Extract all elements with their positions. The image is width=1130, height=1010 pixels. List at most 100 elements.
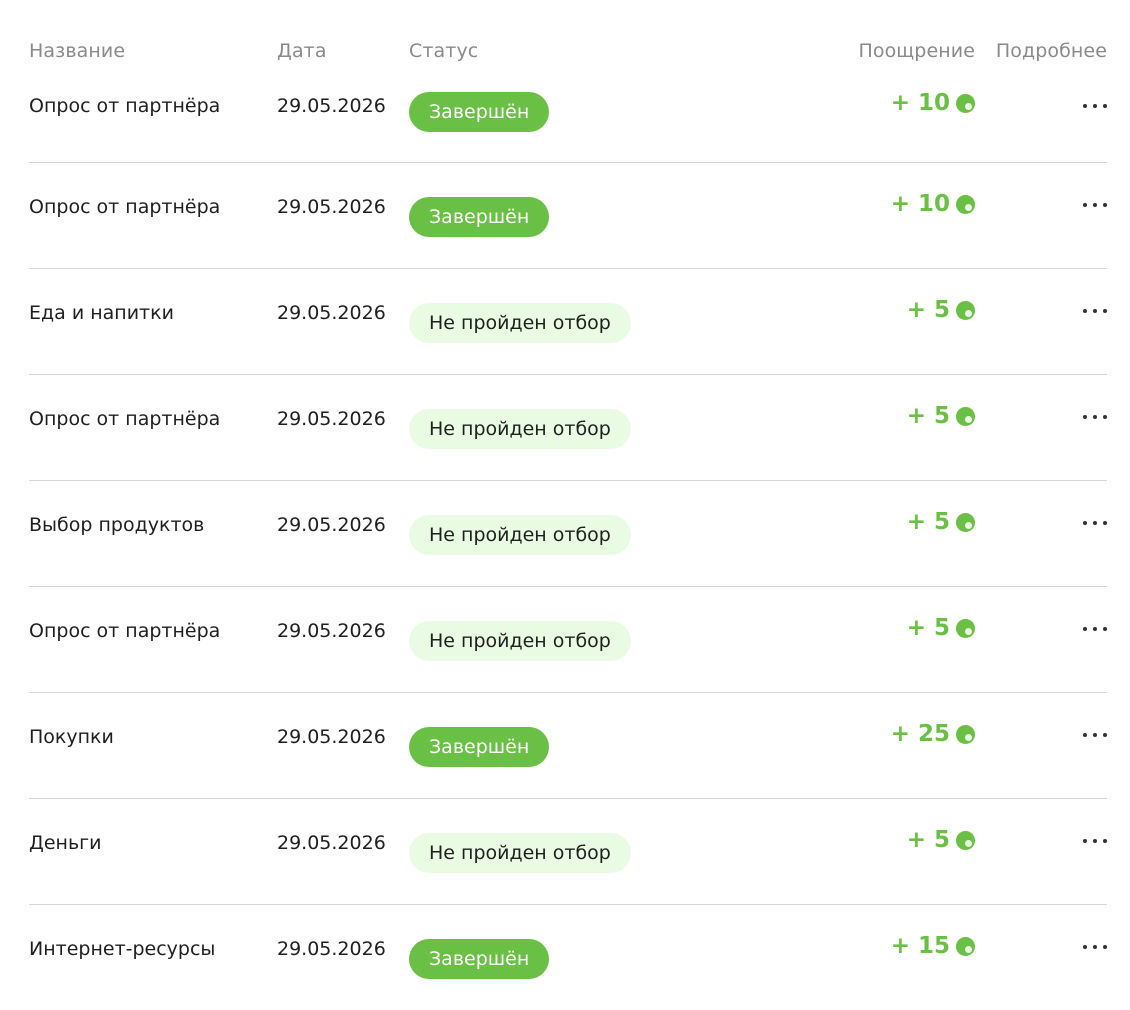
dot (1103, 733, 1107, 737)
survey-name: Опрос от партнёра (29, 620, 221, 642)
survey-name: Покупки (29, 726, 114, 748)
dot (1103, 521, 1107, 525)
reward-amount: + 15 (891, 933, 975, 959)
reward-amount: + 25 (891, 721, 975, 747)
reward-value: + 5 (906, 615, 950, 641)
reward-amount: + 5 (907, 297, 975, 323)
more-options-icon[interactable] (1083, 104, 1107, 110)
more-options-icon[interactable] (1083, 945, 1107, 951)
reward-amount: + 5 (907, 827, 975, 853)
table-row[interactable]: Интернет-ресурсы 29.05.2026 Завершён + 15 (29, 904, 1107, 1010)
dot (1093, 104, 1097, 108)
survey-name: Выбор продуктов (29, 514, 205, 536)
table-row[interactable]: Опрос от партнёра 29.05.2026 Не пройден от… (29, 374, 1107, 480)
reward-value: + 10 (890, 90, 950, 116)
dot (1083, 309, 1087, 313)
survey-date: 29.05.2026 (277, 938, 386, 960)
dot (1093, 627, 1097, 631)
dot (1083, 521, 1087, 525)
column-header-name[interactable]: Название (29, 40, 125, 62)
column-header-date[interactable]: Дата (277, 40, 327, 62)
coin-icon (956, 724, 975, 744)
survey-date: 29.05.2026 (277, 726, 386, 748)
survey-name: Еда и напитки (29, 302, 174, 324)
survey-date: 29.05.2026 (277, 832, 386, 854)
dot (1103, 415, 1107, 419)
more-options-icon[interactable] (1083, 309, 1107, 315)
coin-icon (956, 93, 975, 113)
more-options-icon[interactable] (1083, 521, 1107, 527)
survey-name: Опрос от партнёра (29, 95, 221, 117)
column-header-details: Подробнее (995, 40, 1107, 62)
survey-date: 29.05.2026 (277, 408, 386, 430)
coin-icon (956, 830, 975, 850)
status-badge: Не пройден отбор (409, 833, 631, 873)
column-header-status[interactable]: Статус (409, 40, 478, 62)
dot (1093, 945, 1097, 949)
survey-date: 29.05.2026 (277, 514, 386, 536)
reward-value: + 25 (890, 721, 950, 747)
reward-amount: + 10 (891, 90, 975, 116)
dot (1093, 415, 1097, 419)
column-header-reward[interactable]: Поощрение (858, 40, 975, 62)
dot (1083, 104, 1087, 108)
coin-icon (956, 512, 975, 532)
table-row[interactable]: Деньги 29.05.2026 Не пройден отбор + 5 (29, 798, 1107, 904)
status-badge: Не пройден отбор (409, 409, 631, 449)
more-options-icon[interactable] (1083, 627, 1107, 633)
dot (1093, 203, 1097, 207)
more-options-icon[interactable] (1083, 415, 1107, 421)
table-row[interactable]: Опрос от партнёра 29.05.2026 Завершён + 10 (29, 80, 1107, 162)
survey-name: Интернет-ресурсы (29, 938, 216, 960)
survey-name: Опрос от партнёра (29, 408, 221, 430)
table-row[interactable]: Покупки 29.05.2026 Завершён + 25 (29, 692, 1107, 798)
reward-value: + 5 (906, 403, 950, 429)
dot (1103, 839, 1107, 843)
reward-amount: + 5 (907, 403, 975, 429)
coin-icon (956, 618, 975, 638)
dot (1093, 521, 1097, 525)
status-badge: Не пройден отбор (409, 515, 631, 555)
survey-date: 29.05.2026 (277, 196, 386, 218)
survey-name: Опрос от партнёра (29, 196, 221, 218)
reward-amount: + 5 (907, 615, 975, 641)
dot (1103, 104, 1107, 108)
status-badge: Завершён (409, 727, 550, 767)
reward-amount: + 10 (891, 191, 975, 217)
reward-value: + 5 (906, 509, 950, 535)
reward-value: + 5 (906, 827, 950, 853)
coin-icon (956, 300, 975, 320)
more-options-icon[interactable] (1083, 733, 1107, 739)
dot (1083, 839, 1087, 843)
reward-value: + 15 (890, 933, 950, 959)
status-badge: Не пройден отбор (409, 621, 631, 661)
reward-amount: + 5 (907, 509, 975, 535)
status-badge: Завершён (409, 939, 550, 979)
table-body: Опрос от партнёра 29.05.2026 Завершён + 10 О… (29, 80, 1107, 1010)
reward-value: + 5 (906, 297, 950, 323)
dot (1083, 945, 1087, 949)
dot (1083, 627, 1087, 631)
survey-date: 29.05.2026 (277, 302, 386, 324)
table-row[interactable]: Опрос от партнёра 29.05.2026 Завершён + 10 (29, 162, 1107, 268)
survey-date: 29.05.2026 (277, 95, 386, 117)
table-row[interactable]: Выбор продуктов 29.05.2026 Не пройден отбо… (29, 480, 1107, 586)
coin-icon (956, 194, 975, 214)
dot (1083, 203, 1087, 207)
table-row[interactable]: Еда и напитки 29.05.2026 Не пройден отбор +… (29, 268, 1107, 374)
table-header: Название Дата Статус Поощрение Подробнее (29, 0, 1107, 80)
more-options-icon[interactable] (1083, 839, 1107, 845)
table-row[interactable]: Опрос от партнёра 29.05.2026 Не пройден от… (29, 586, 1107, 692)
dot (1103, 627, 1107, 631)
surveys-table: Название Дата Статус Поощрение Подробнее… (29, 0, 1107, 1010)
survey-name: Деньги (29, 832, 102, 854)
status-badge: Завершён (409, 197, 550, 237)
coin-icon (956, 406, 975, 426)
dot (1093, 309, 1097, 313)
more-options-icon[interactable] (1083, 203, 1107, 209)
dot (1083, 415, 1087, 419)
coin-icon (956, 936, 975, 956)
dot (1093, 839, 1097, 843)
dot (1103, 945, 1107, 949)
dot (1093, 733, 1097, 737)
